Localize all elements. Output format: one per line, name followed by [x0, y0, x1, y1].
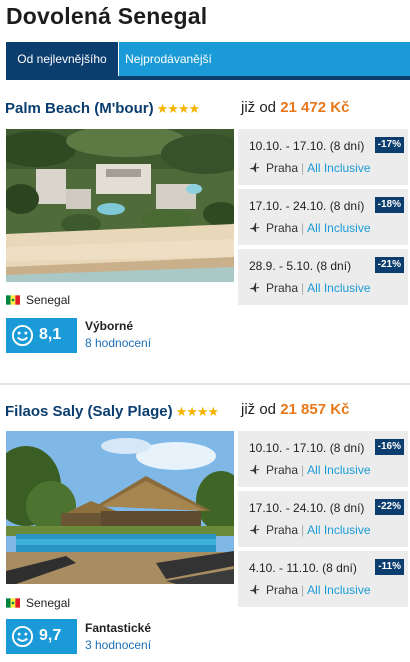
plane-icon [249, 222, 260, 233]
offer-row[interactable]: 17.10. - 24.10. (8 dní) -22% Praha | All I… [238, 491, 408, 547]
hotel-photo-image [6, 431, 234, 584]
departure-city: Praha [266, 583, 299, 597]
plane-icon [249, 464, 260, 475]
offer-row[interactable]: 10.10. - 17.10. (8 dní) -17% Praha | All I… [238, 129, 408, 185]
discount-badge: -16% [374, 439, 404, 455]
departure-city: Praha [266, 463, 299, 477]
board-type[interactable]: All Inclusive [307, 523, 370, 537]
page-title: Dovolená Senegal [6, 3, 208, 29]
discount-badge: -21% [374, 257, 404, 273]
hotel-name-link[interactable]: Palm Beach (M'bour) ★★★★ [5, 100, 201, 117]
offer-row[interactable]: 10.10. - 17.10. (8 dní) -16% Praha | All I… [238, 431, 408, 487]
price-value: 21 472 Kč [280, 99, 350, 116]
departure-city: Praha [266, 161, 299, 175]
plane-icon [249, 524, 260, 535]
reviews-count-link[interactable]: 3 hodnocení [85, 638, 151, 652]
country-label: Senegal [6, 596, 70, 610]
price-value: 21 857 Kč [280, 401, 350, 418]
offer-dates: 10.10. - 17.10. (8 dní) [249, 441, 365, 455]
price-prefix: již od [241, 401, 277, 418]
offer-dates: 17.10. - 24.10. (8 dní) [249, 199, 365, 213]
score-value: 8,1 [39, 326, 62, 343]
country-name: Senegal [26, 293, 71, 307]
rating-text: Výborné [85, 319, 134, 333]
score-value: 9,7 [39, 627, 62, 644]
sort-tabs: Od nejlevnějšího Nejprodávanější [6, 42, 410, 76]
divider [0, 383, 410, 385]
departure-city: Praha [266, 523, 299, 537]
price-block: již od 21 472 Kč [241, 99, 349, 116]
hotel-photo-image [6, 129, 234, 282]
board-type[interactable]: All Inclusive [307, 161, 370, 175]
reviews-count-link[interactable]: 8 hodnocení [85, 336, 151, 350]
score-badge: 8,1 [6, 318, 77, 353]
board-type[interactable]: All Inclusive [307, 463, 370, 477]
star-rating-icon: ★★★★ [156, 101, 201, 116]
offer-dates: 4.10. - 11.10. (8 dní) [249, 561, 357, 575]
discount-badge: -11% [375, 559, 404, 575]
board-type[interactable]: All Inclusive [307, 281, 370, 295]
board-type[interactable]: All Inclusive [307, 221, 370, 235]
senegal-flag-icon [6, 598, 20, 608]
smiley-icon [11, 324, 34, 347]
offer-row[interactable]: 17.10. - 24.10. (8 dní) -18% Praha | All I… [238, 189, 408, 245]
discount-badge: -18% [374, 197, 404, 213]
score-badge: 9,7 [6, 619, 77, 654]
rating-text: Fantastické [85, 621, 152, 635]
offer-dates: 17.10. - 24.10. (8 dní) [249, 501, 365, 515]
star-rating-icon: ★★★★ [175, 404, 220, 419]
hotel-photo[interactable] [6, 431, 234, 584]
price-block: již od 21 857 Kč [241, 401, 349, 418]
hotel-name[interactable]: Palm Beach (M'bour) [5, 100, 154, 117]
departure-city: Praha [266, 221, 299, 235]
hotel-photo[interactable] [6, 129, 234, 282]
offer-row[interactable]: 28.9. - 5.10. (8 dní) -21% Praha | All Inc… [238, 249, 408, 305]
country-label: Senegal [6, 293, 70, 307]
country-name: Senegal [26, 596, 71, 610]
tab-bestselling[interactable]: Nejprodávanější [118, 42, 218, 76]
smiley-icon [11, 625, 34, 648]
senegal-flag-icon [6, 295, 20, 305]
tab-cheapest[interactable]: Od nejlevnějšího [6, 42, 118, 76]
board-type[interactable]: All Inclusive [307, 583, 370, 597]
plane-icon [249, 162, 260, 173]
departure-city: Praha [266, 281, 299, 295]
offer-dates: 28.9. - 5.10. (8 dní) [249, 259, 352, 273]
hotel-name-link[interactable]: Filaos Saly (Saly Plage) ★★★★ [5, 403, 220, 420]
offer-dates: 10.10. - 17.10. (8 dní) [249, 139, 365, 153]
offer-row[interactable]: 4.10. - 11.10. (8 dní) -11% Praha | All In… [238, 551, 408, 607]
tabs-underline [6, 76, 410, 80]
hotel-name[interactable]: Filaos Saly (Saly Plage) [5, 403, 173, 420]
plane-icon [249, 282, 260, 293]
discount-badge: -17% [374, 137, 404, 153]
plane-icon [249, 584, 260, 595]
discount-badge: -22% [374, 499, 404, 515]
price-prefix: již od [241, 99, 277, 116]
